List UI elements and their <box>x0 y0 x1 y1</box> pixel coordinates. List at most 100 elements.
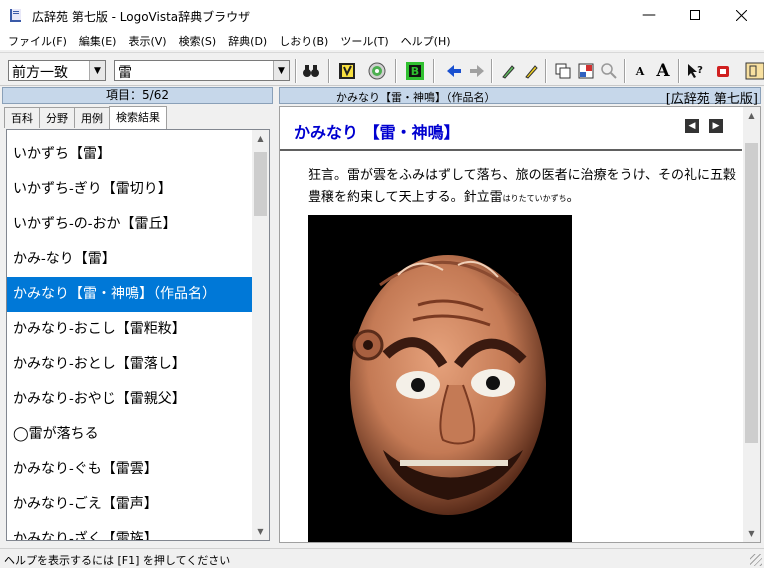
status-text: ヘルプを表示するには [F1] を押してください <box>4 554 231 567</box>
list-item[interactable]: いかずち‐の‐おか【雷丘】 <box>7 207 253 242</box>
tab-field[interactable]: 分野 <box>39 107 75 128</box>
window-layout-icon <box>578 63 594 79</box>
dictionary-name: [広辞苑 第七版] <box>665 92 758 107</box>
close-icon <box>735 9 747 21</box>
layout-button[interactable] <box>575 60 597 82</box>
menu-file[interactable]: ファイル(F) <box>2 30 73 50</box>
exit-icon <box>717 66 729 77</box>
toolbar-separator <box>328 59 330 83</box>
font-larger-button[interactable]: A <box>652 60 674 82</box>
menu-tools[interactable]: ツール(T) <box>334 30 394 50</box>
exit-button[interactable] <box>712 60 734 82</box>
menu-edit[interactable]: 編集(E) <box>73 30 123 50</box>
menu-help[interactable]: ヘルプ(H) <box>395 30 457 50</box>
arrow-left-icon <box>447 65 461 77</box>
triangle-left-icon: ◀ <box>688 121 696 131</box>
binoculars-search-button[interactable] <box>300 60 322 82</box>
font-smaller-button[interactable]: A <box>629 60 651 82</box>
list-item[interactable]: かみなり‐ざく【雷族】 <box>7 522 253 540</box>
svg-text:B: B <box>411 65 419 78</box>
scroll-thumb[interactable] <box>254 152 267 216</box>
next-entry-button[interactable]: ▶ <box>709 119 723 133</box>
scroll-down-icon[interactable]: ▼ <box>252 523 269 540</box>
list-item[interactable]: かみなり‐おやじ【雷親父】 <box>7 382 253 417</box>
display-icon <box>745 62 764 80</box>
title-divider <box>280 149 742 151</box>
forward-button[interactable] <box>466 60 488 82</box>
bookmark-b-button[interactable]: B <box>404 60 426 82</box>
list-item[interactable]: いかずち‐ぎり【雷切り】 <box>7 172 253 207</box>
pencil-icon <box>525 65 538 79</box>
binoculars-icon <box>303 65 319 77</box>
mask-illustration <box>308 215 572 542</box>
list-item[interactable]: いかずち【雷】 <box>7 137 253 172</box>
ruby-reading: はりたていかずち <box>502 194 567 203</box>
category-tabs: 百科 分野 用例 検索結果 <box>4 106 167 129</box>
letter-b-icon: B <box>406 62 424 80</box>
item-count-header: 項目：5/62 <box>2 87 273 104</box>
match-mode-select[interactable]: 前方一致 ▼ <box>8 60 106 81</box>
toolbar-separator <box>491 59 493 83</box>
copy-icon <box>555 63 571 79</box>
cd-icon <box>368 62 386 80</box>
entry-body-end: 。 <box>566 190 580 205</box>
status-bar: ヘルプを表示するには [F1] を押してください <box>0 548 764 568</box>
entry-header-title: かみなり【雷・神鳴】（作品名） <box>336 91 496 104</box>
menu-bar: ファイル(F) 編集(E) 表示(V) 検索(S) 辞典(D) しおり(B) ツ… <box>0 30 764 50</box>
list-item[interactable]: かみなり‐ごえ【雷声】 <box>7 487 253 522</box>
scroll-up-icon[interactable]: ▲ <box>743 107 760 124</box>
tab-encyclopedia[interactable]: 百科 <box>4 107 40 128</box>
dictionary-icon <box>339 63 355 79</box>
scroll-thumb[interactable] <box>745 143 758 443</box>
toolbar-separator <box>395 59 397 83</box>
marker-yellow-button[interactable] <box>520 60 542 82</box>
menu-bookmark[interactable]: しおり(B) <box>273 30 334 50</box>
toolbar-separator <box>624 59 626 83</box>
copy-button[interactable] <box>552 60 574 82</box>
content-scrollbar[interactable]: ▲ ▼ <box>743 107 760 542</box>
chevron-down-icon[interactable]: ▼ <box>273 61 289 80</box>
entry-content: かみなり 【雷・神鳴】 ◀ ▶ 狂言。雷が雲をふみはずして落ち、旅の医者に治療を… <box>279 106 761 543</box>
svg-text:?: ? <box>697 65 703 76</box>
search-input[interactable]: 雷 ▼ <box>114 60 290 81</box>
chevron-down-icon[interactable]: ▼ <box>89 61 105 80</box>
display-mode-button[interactable] <box>744 60 764 82</box>
minimize-button[interactable]: — <box>626 0 672 30</box>
disc-button[interactable] <box>366 60 388 82</box>
entry-body: 狂言。雷が雲をふみはずして落ち、旅の医者に治療をうけ、その礼に五穀豊穣を約束して… <box>308 165 736 210</box>
toolbar-separator <box>295 59 297 83</box>
arrow-right-icon <box>470 65 484 77</box>
scroll-down-icon[interactable]: ▼ <box>743 525 760 542</box>
prev-entry-button[interactable]: ◀ <box>685 119 699 133</box>
list-item[interactable]: かみなり‐ぐも【雷雲】 <box>7 452 253 487</box>
list-item[interactable]: かみ‐なり【雷】 <box>7 242 253 277</box>
list-item[interactable]: かみなり‐おとし【雷落し】 <box>7 347 253 382</box>
dictionary-select-button[interactable] <box>336 60 358 82</box>
tab-search-results[interactable]: 検索結果 <box>109 106 167 129</box>
list-item-selected[interactable]: かみなり【雷・神鳴】（作品名） <box>7 277 253 312</box>
help-pointer-button[interactable]: ? <box>684 60 706 82</box>
toolbar-separator <box>433 59 435 83</box>
scroll-up-icon[interactable]: ▲ <box>252 130 269 147</box>
zoom-icon <box>601 63 617 79</box>
menu-dictionary[interactable]: 辞典(D) <box>222 30 273 50</box>
list-item[interactable]: かみなり‐おこし【雷粔籹】 <box>7 312 253 347</box>
tab-examples[interactable]: 用例 <box>74 107 110 128</box>
marker-green-button[interactable] <box>497 60 519 82</box>
back-button[interactable] <box>443 60 465 82</box>
menu-view[interactable]: 表示(V) <box>122 30 172 50</box>
resize-grip[interactable] <box>750 554 762 566</box>
maximize-button[interactable] <box>672 0 718 30</box>
close-button[interactable] <box>718 0 764 30</box>
marker-icon <box>502 65 515 79</box>
menu-search[interactable]: 検索(S) <box>173 30 223 50</box>
list-scrollbar[interactable]: ▲ ▼ <box>252 130 269 540</box>
app-window: 広辞苑 第七版 - LogoVista辞典ブラウザ — ファイル(F) 編集(E… <box>0 0 764 568</box>
toolbar-separator <box>678 59 680 83</box>
window-title: 広辞苑 第七版 - LogoVista辞典ブラウザ <box>32 10 251 24</box>
entry-title: かみなり 【雷・神鳴】 <box>294 123 460 142</box>
help-cursor-icon: ? <box>688 64 703 78</box>
list-item[interactable]: ◯雷が落ちる <box>7 417 253 452</box>
triangle-right-icon: ▶ <box>712 121 720 131</box>
zoom-button[interactable] <box>598 60 620 82</box>
